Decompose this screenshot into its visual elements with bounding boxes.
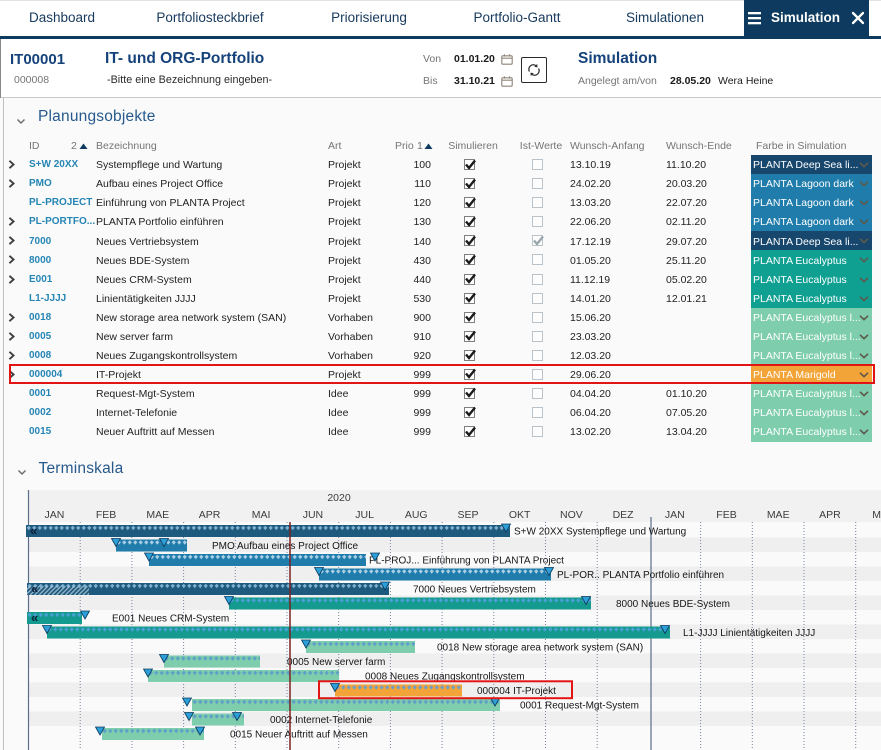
svg-text:8000 Neues BDE-System: 8000 Neues BDE-System (616, 599, 730, 610)
svg-text:PMO Aufbau eines Project Offi: PMO Aufbau eines Project Office (212, 541, 358, 552)
svg-text:JAN: JAN (44, 509, 64, 521)
svg-text:DEZ: DEZ (613, 509, 635, 521)
svg-text:MAI: MAI (872, 509, 881, 521)
svg-text:MAI: MAI (252, 509, 271, 521)
svg-text:PL-POR.. PLANTA Portfolio ein: PL-POR.. PLANTA Portfolio einführen (557, 570, 724, 581)
svg-text:MAE: MAE (767, 509, 790, 521)
svg-text:«: « (31, 581, 38, 596)
svg-text:APR: APR (199, 509, 221, 521)
svg-text:L1-JJJJ Linientätigkeiten JJJ: L1-JJJJ Linientätigkeiten JJJJ (683, 628, 815, 639)
svg-text:JUL: JUL (355, 509, 374, 521)
svg-text:OKT: OKT (509, 509, 531, 521)
svg-text:000004 IT-Projekt: 000004 IT-Projekt (477, 686, 556, 697)
svg-text:PL-PROJ... Einführung von PLA: PL-PROJ... Einführung von PLANTA Project (369, 556, 564, 567)
svg-text:S+W 20XX Systempflege und Wart: S+W 20XX Systempflege und Wartung (514, 527, 686, 538)
svg-text:FEB: FEB (96, 509, 116, 521)
svg-text:7000 Neues Vertriebsystem: 7000 Neues Vertriebsystem (413, 585, 536, 596)
svg-text:«: « (31, 610, 38, 625)
svg-text:JUN: JUN (303, 509, 323, 521)
svg-text:APR: APR (819, 509, 841, 521)
svg-text:AUG: AUG (405, 509, 428, 521)
svg-text:0005 New server farm: 0005 New server farm (287, 657, 385, 668)
svg-text:NOV: NOV (560, 509, 583, 521)
svg-text:MAE: MAE (146, 509, 169, 521)
svg-text:0018 New storage area network: 0018 New storage area network system (SA… (437, 643, 643, 654)
svg-text:JAN: JAN (665, 509, 685, 521)
svg-text:E001 Neues CRM-System: E001 Neues CRM-System (112, 614, 229, 625)
svg-text:0002 Internet-Telefonie: 0002 Internet-Telefonie (270, 715, 373, 726)
svg-text:0001 Request-Mgt-System: 0001 Request-Mgt-System (520, 701, 639, 712)
svg-text:SEP: SEP (457, 509, 478, 521)
svg-text:«: « (30, 523, 37, 538)
svg-text:2020: 2020 (327, 492, 351, 504)
svg-text:0015 Neuer Auftritt auf Messe: 0015 Neuer Auftritt auf Messen (230, 730, 368, 741)
svg-text:FEB: FEB (716, 509, 736, 521)
